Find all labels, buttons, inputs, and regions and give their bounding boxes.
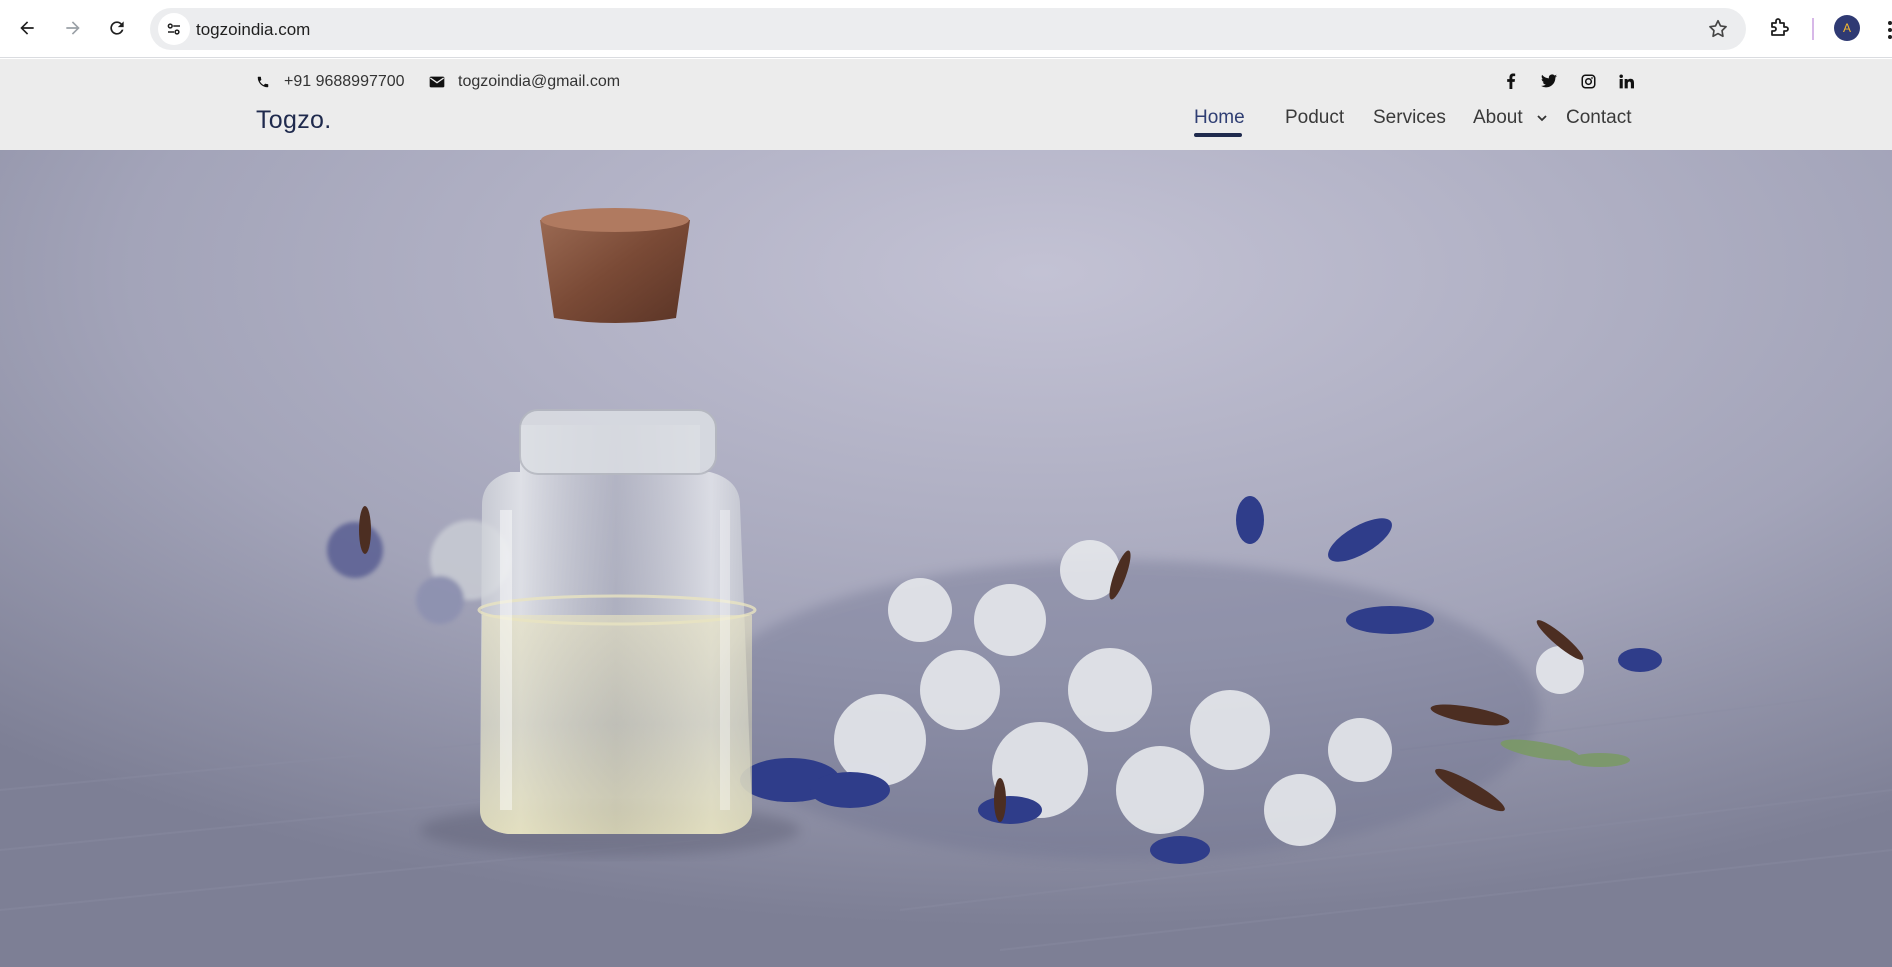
more-vert-icon <box>1888 21 1892 39</box>
bookmark-star-button[interactable] <box>1706 17 1730 41</box>
puzzle-icon <box>1771 18 1789 36</box>
email-contact[interactable]: togzoindia@gmail.com <box>428 73 620 91</box>
site-info-button[interactable] <box>158 13 190 45</box>
browser-toolbar: togzoindia.com A <box>0 0 1892 58</box>
envelope-icon <box>428 73 446 91</box>
address-bar[interactable]: togzoindia.com <box>150 8 1746 50</box>
browser-menu-button[interactable] <box>1880 18 1892 42</box>
phone-number: +91 9688997700 <box>284 73 405 90</box>
nav-home[interactable]: Home <box>1194 107 1245 129</box>
tune-icon <box>167 23 180 35</box>
nav-contact[interactable]: Contact <box>1566 107 1631 129</box>
nav-product[interactable]: Poduct <box>1285 107 1344 129</box>
nav-about[interactable]: About <box>1473 107 1548 129</box>
back-button[interactable] <box>10 11 44 45</box>
forward-button[interactable] <box>56 11 90 45</box>
instagram-icon[interactable] <box>1578 71 1598 91</box>
nav-services[interactable]: Services <box>1373 107 1446 129</box>
toolbar-divider <box>1812 18 1814 40</box>
site-header: +91 9688997700 togzoindia@gmail.com Togz… <box>0 59 1892 150</box>
reload-icon <box>110 21 124 35</box>
active-nav-indicator <box>1194 133 1242 137</box>
twitter-icon[interactable] <box>1539 71 1559 91</box>
back-arrow-icon <box>20 21 34 35</box>
phone-contact[interactable]: +91 9688997700 <box>254 73 405 91</box>
reload-button[interactable] <box>100 11 134 45</box>
profile-avatar[interactable]: A <box>1834 15 1860 41</box>
facebook-icon[interactable] <box>1501 71 1521 91</box>
nav-about-label: About <box>1473 107 1523 128</box>
url-text[interactable]: togzoindia.com <box>196 20 310 40</box>
extensions-button[interactable] <box>1764 12 1796 44</box>
linkedin-icon[interactable] <box>1616 71 1636 91</box>
site-logo[interactable]: Togzo. <box>256 106 331 135</box>
star-icon <box>1709 19 1727 38</box>
hero-image <box>0 150 1892 967</box>
forward-arrow-icon <box>66 21 80 35</box>
profile-initial: A <box>1842 21 1851 35</box>
email-address: togzoindia@gmail.com <box>458 73 621 90</box>
hero-banner <box>0 150 1892 967</box>
chevron-down-icon <box>1537 115 1547 122</box>
phone-icon <box>254 73 272 91</box>
